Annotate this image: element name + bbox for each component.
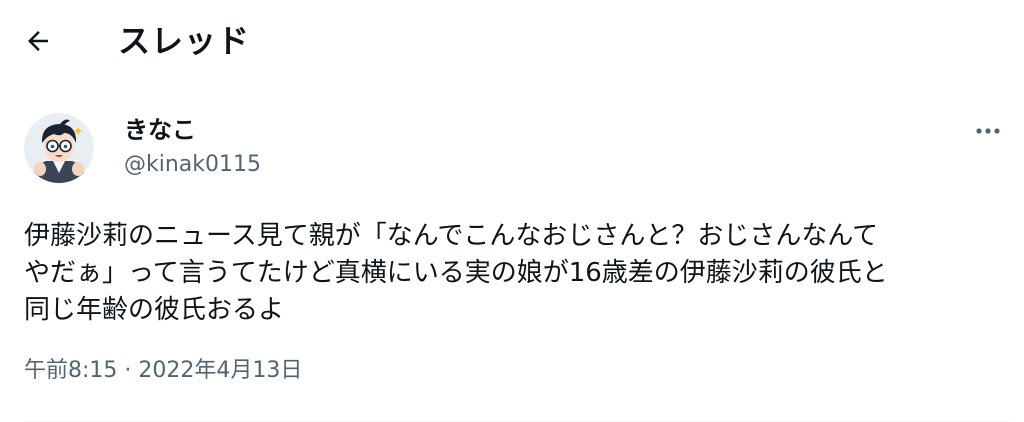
- tweet-text-line: 伊藤沙莉のニュース見て親が「なんでこんなおじさんと？おじさんなんて: [24, 221, 879, 251]
- avatar[interactable]: [24, 113, 94, 183]
- author-handle[interactable]: @kinak0115: [124, 149, 261, 181]
- tweet-timestamp[interactable]: 午前8:15 · 2022年4月13日: [24, 356, 302, 386]
- author-display-name[interactable]: きなこ: [124, 114, 196, 146]
- cartoon-boy-with-glasses-avatar-icon: [24, 113, 94, 183]
- tweet-text-line: やだぁ」って言うてたけど真横にいる実の娘が16歳差の伊藤沙莉の彼氏と: [24, 258, 888, 288]
- tweet-text-line: 同じ年齢の彼氏おるよ: [24, 295, 285, 325]
- more-options-button[interactable]: [968, 116, 1008, 146]
- top-bar: スレッド: [0, 0, 1024, 84]
- page-title: スレッド: [118, 22, 251, 60]
- back-button[interactable]: [18, 21, 58, 61]
- arrow-left-icon: [28, 31, 48, 51]
- tweet-text: 伊藤沙莉のニュース見て親が「なんでこんなおじさんと？おじさんなんて やだぁ」って…: [24, 218, 1009, 329]
- ellipsis-icon: [976, 128, 1000, 134]
